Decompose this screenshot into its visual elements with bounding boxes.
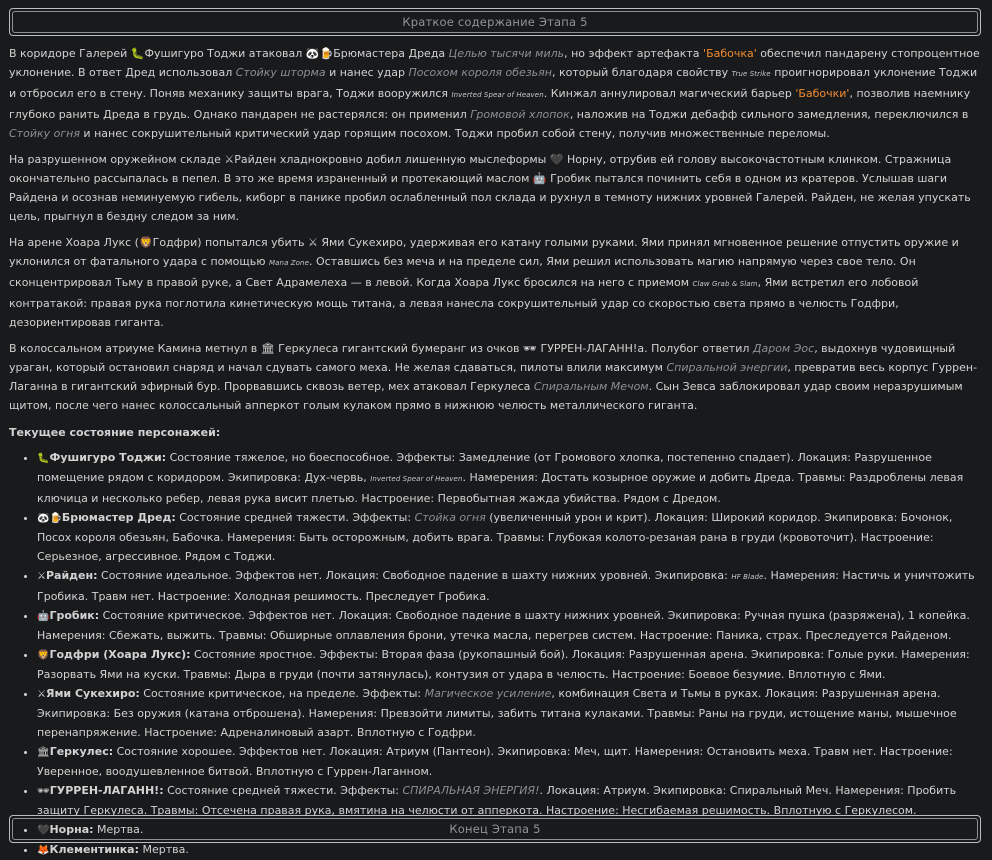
panda-beer-icon: 🐼🍺	[37, 513, 62, 524]
character-name: ГУРРЕН-ЛАГАНН!:	[49, 784, 164, 797]
summary-content: В коридоре Галерей 🐛Фушигуро Тоджи атако…	[9, 44, 981, 860]
skill-name: Магическое усиление	[424, 687, 552, 700]
tiny-label: Inverted Spear of Heaven	[370, 475, 463, 483]
paragraph-armory: На разрушенном оружейном складе ⚔Райден …	[9, 153, 971, 223]
artifact-name: 'Бабочки'	[795, 87, 850, 100]
skill-name: Стойку огня	[9, 127, 80, 140]
stage-end-footer: Конец Этапа 5	[9, 815, 981, 843]
tiny-label: True Strike	[731, 70, 771, 78]
character-item-hercules: 🏛Геркулес: Состояние хорошее. Эффектов н…	[37, 742, 981, 781]
skill-name: Спиральной энергии	[666, 361, 788, 374]
tiny-label: Claw Grab & Slam	[692, 280, 758, 288]
character-item-raiden: ⚔Райден: Состояние идеальное. Эффектов н…	[37, 566, 981, 606]
swords-icon: ⚔	[37, 571, 46, 582]
character-list: 🐛Фушигуро Тоджи: Состояние тяжелое, но б…	[9, 448, 981, 860]
skill-name: СПИРАЛЬНАЯ ЭНЕРГИЯ!	[402, 784, 540, 797]
character-name: Годфри (Хоара Лукс):	[49, 648, 191, 661]
temple-icon: 🏛	[37, 747, 50, 758]
lion-icon: 🦁	[37, 650, 50, 661]
paragraph-arena: На арене Хоара Лукс (🦁Годфри) попытался …	[9, 236, 959, 329]
skill-name: Посохом короля обезьян	[408, 66, 552, 79]
character-item-clementine: 🦊Клементинка: Мертва.	[37, 840, 981, 860]
stage-summary-header: Краткое содержание Этапа 5	[9, 8, 981, 36]
stage-end-title: Конец Этапа 5	[12, 818, 978, 840]
status-header: Текущее состояние персонажей:	[9, 426, 221, 439]
character-item-toji: 🐛Фушигуро Тоджи: Состояние тяжелое, но б…	[37, 448, 981, 508]
character-name: Ями Сукехиро:	[45, 687, 140, 700]
skill-name: Стойку шторма	[235, 66, 326, 79]
character-item-dred: 🐼🍺Брюмастер Дред: Состояние средней тяже…	[37, 508, 981, 566]
skill-name: Спиральным Мечом	[533, 380, 649, 393]
character-item-grobik: 🤖Гробик: Состояние критическое. Эффектов…	[37, 606, 981, 645]
robot-icon: 🤖	[37, 611, 50, 622]
skill-name: Стойка огня	[414, 511, 486, 524]
tiny-label: HF Blade	[731, 573, 764, 581]
skill-name: Громовой хлопок	[470, 108, 570, 121]
skill-name: Целью тысячи миль	[448, 47, 565, 60]
sword-icon: ⚔	[37, 689, 46, 700]
artifact-name: 'Бабочка'	[703, 47, 757, 60]
character-item-yami: ⚔Ями Сукехиро: Состояние критическое, на…	[37, 684, 981, 742]
skill-name: Даром Эос	[752, 342, 815, 355]
paragraph-atrium: В колоссальном атриуме Камина метнул в 🏛…	[9, 342, 978, 412]
stage-summary-title: Краткое содержание Этапа 5	[12, 11, 978, 33]
character-name: Клементинка:	[49, 843, 139, 856]
paragraph-gallery-corridor: В коридоре Галерей 🐛Фушигуро Тоджи атако…	[9, 47, 980, 140]
worm-icon: 🐛	[37, 453, 50, 464]
character-name: Геркулес:	[49, 745, 114, 758]
character-name: Гробик:	[49, 609, 100, 622]
character-name: Фушигуро Тоджи:	[49, 451, 167, 464]
character-name: Райден:	[45, 569, 98, 582]
character-item-godfrey: 🦁Годфри (Хоара Лукс): Состояние яростное…	[37, 645, 981, 684]
tiny-label: Mana Zone	[269, 259, 310, 267]
sunglasses-icon: 🕶	[37, 786, 50, 797]
tiny-label: Inverted Spear of Heaven	[451, 91, 544, 99]
character-name: Брюмастер Дред:	[61, 511, 176, 524]
